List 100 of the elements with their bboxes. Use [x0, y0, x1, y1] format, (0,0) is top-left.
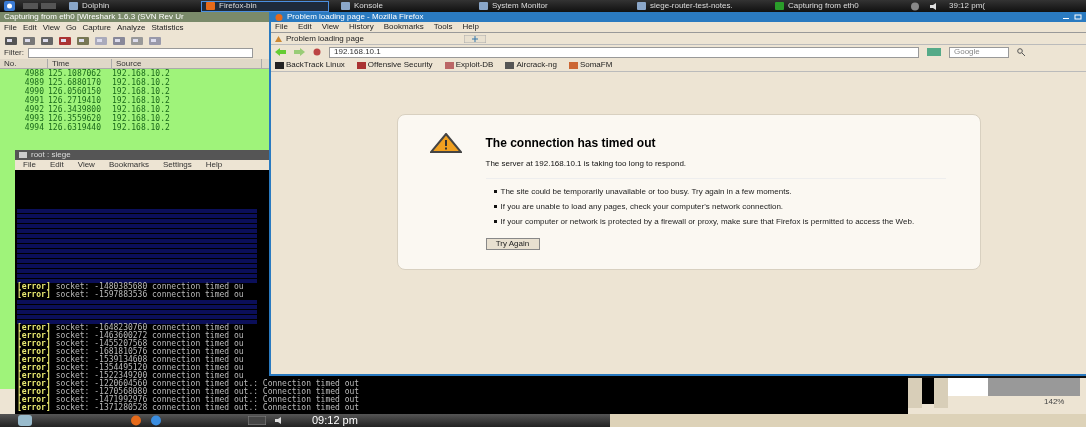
menu-item[interactable]: Edit	[22, 21, 37, 34]
network-icon	[909, 1, 921, 11]
log-message: socket: -1597883536 connection timed ou	[55, 291, 244, 299]
filter-label: Filter:	[4, 47, 24, 59]
filter-field[interactable]	[28, 48, 253, 58]
toolbar-icon[interactable]	[4, 34, 18, 46]
browser-tab[interactable]: Problem loading page	[275, 33, 460, 44]
menu-item[interactable]: View	[77, 159, 95, 171]
menu-item[interactable]: Help	[205, 159, 223, 171]
menu-item[interactable]: File	[4, 21, 17, 34]
table-cell-text: 126.3439800	[48, 105, 102, 114]
taskbar-task[interactable]: Dolphin	[65, 0, 193, 12]
log-message: socket: -1522349200 connection timed ou	[55, 372, 244, 380]
clock: 09:12 pm	[312, 413, 358, 427]
log-tag: [error]	[17, 372, 51, 380]
taskbar-task[interactable]: siege-router-test-notes.	[633, 0, 763, 12]
search-field[interactable]: Google	[949, 46, 1009, 58]
bookmark-icon	[275, 61, 284, 69]
launcher-icon[interactable]	[18, 415, 32, 426]
menu-item[interactable]: Statistics	[151, 21, 184, 34]
taskbar-task[interactable]: Konsole	[337, 0, 467, 12]
url-field[interactable]: 192.168.10.1	[329, 46, 919, 58]
app-icon	[206, 2, 215, 10]
log-tag: [error]	[17, 348, 51, 356]
column-header[interactable]: No.	[0, 59, 48, 68]
menu-item[interactable]: Edit	[49, 159, 64, 171]
app-icon	[637, 2, 646, 10]
bullet-icon	[493, 220, 497, 223]
log-message: socket: -1681810576 connection timed ou	[55, 348, 244, 356]
toolbar-icon[interactable]	[40, 34, 54, 46]
maximize-icon[interactable]	[1074, 14, 1082, 20]
log-tag: [error]	[17, 356, 51, 364]
log-message: socket: -1270568080 connection timed out.: Connection timed out	[55, 388, 360, 396]
menu-item[interactable]: Analyze	[117, 21, 146, 34]
app-icon	[479, 2, 488, 10]
table-cell-text: 192.168.10.2	[112, 69, 171, 78]
log-message: socket: -1354495120 connection timed ou	[55, 364, 244, 372]
table-cell-text: 4989	[23, 78, 45, 87]
new-tab-icon[interactable]	[464, 34, 486, 43]
taskbar-task[interactable]: Capturing from eth0	[771, 0, 901, 12]
window-title: Problem loading page - Mozilla Firefox	[287, 12, 425, 22]
warning-icon	[429, 133, 462, 153]
terminal-icon[interactable]	[248, 416, 266, 425]
menu-item[interactable]: Tools	[433, 21, 453, 33]
log-message: socket: -1463600272 connection timed ou	[55, 332, 244, 340]
menu-item[interactable]: View	[42, 21, 60, 34]
bookmark-link[interactable]: BackTrack Linux	[275, 59, 345, 71]
bookmark-link[interactable]: Exploit-DB	[444, 59, 494, 71]
table-cell-text: 4991	[23, 96, 45, 105]
log-message: socket: -1471992976 connection timed out.: Connection timed out	[55, 396, 360, 404]
bookmark-icon	[356, 61, 366, 69]
column-header[interactable]: Time	[48, 59, 112, 68]
table-cell-text: 126.0560150	[48, 87, 102, 96]
kde-menu-icon[interactable]	[4, 1, 15, 11]
log-tag: [error]	[17, 364, 51, 372]
menu-item[interactable]: File	[275, 21, 288, 33]
toolbar-icon[interactable]	[58, 34, 72, 46]
menu-item[interactable]: Capture	[82, 21, 112, 34]
error-summary: The server at 192.168.10.1 is taking too long to respond.	[485, 158, 946, 179]
bookmark-link[interactable]: Offensive Security	[356, 59, 433, 71]
scrollbar	[934, 378, 948, 408]
search-icon[interactable]	[1017, 48, 1025, 56]
stop-icon[interactable]	[313, 48, 321, 56]
column-header[interactable]: Source	[112, 59, 262, 68]
clock: 39:12 pm(	[949, 0, 986, 12]
bookmark-icon	[568, 61, 578, 69]
bullet-icon	[493, 190, 497, 193]
menu-item[interactable]: Edit	[297, 21, 312, 33]
try-again-button[interactable]: Try Again	[485, 238, 540, 250]
log-message: socket: -1455207568 connection timed ou	[55, 340, 244, 348]
log-message: socket: -1648230760 connection timed ou	[55, 324, 244, 332]
zoom-level: 142%	[1044, 396, 1065, 408]
bookmark-link[interactable]: SomaFM	[568, 59, 613, 71]
menu-item[interactable]: Bookmarks	[383, 21, 424, 33]
taskbar-task[interactable]: Firefox-bin	[201, 0, 329, 12]
bookmark-link[interactable]: Aircrack-ng	[505, 59, 557, 71]
toolbar-icon[interactable]	[22, 34, 36, 46]
menu-item[interactable]: Go	[65, 21, 77, 34]
firefox-icon[interactable]	[130, 415, 142, 426]
menu-item[interactable]: Settings	[162, 159, 192, 171]
desktop-pager-icon[interactable]	[23, 2, 57, 10]
log-tag: [error]	[17, 332, 51, 340]
table-cell-text: 192.168.10.2	[112, 105, 171, 114]
taskbar-task[interactable]: System Monitor	[475, 0, 625, 12]
table-cell-text: 126.2719410	[48, 96, 102, 105]
toolbar-icon[interactable]	[112, 34, 126, 46]
log-tag: [error]	[17, 396, 51, 404]
menu-item[interactable]: Help	[462, 21, 479, 33]
scrollbar	[908, 378, 922, 408]
table-cell-text: 192.168.10.2	[112, 87, 171, 96]
bookmark-icon	[505, 61, 515, 69]
error-bullet: If your computer or network is protected by a firewall or proxy, make sure that Firefox is permitted to access the Web.	[500, 217, 916, 226]
table-cell-text: 4988	[23, 69, 45, 78]
menu-item[interactable]: Bookmarks	[108, 159, 149, 171]
toolbar-icon[interactable]	[76, 34, 90, 46]
menu-item[interactable]: View	[321, 21, 339, 33]
globe-icon[interactable]	[150, 415, 162, 426]
menu-item[interactable]: History	[348, 21, 374, 33]
log-tag: [error]	[17, 380, 51, 388]
menu-item[interactable]: File	[23, 159, 36, 171]
